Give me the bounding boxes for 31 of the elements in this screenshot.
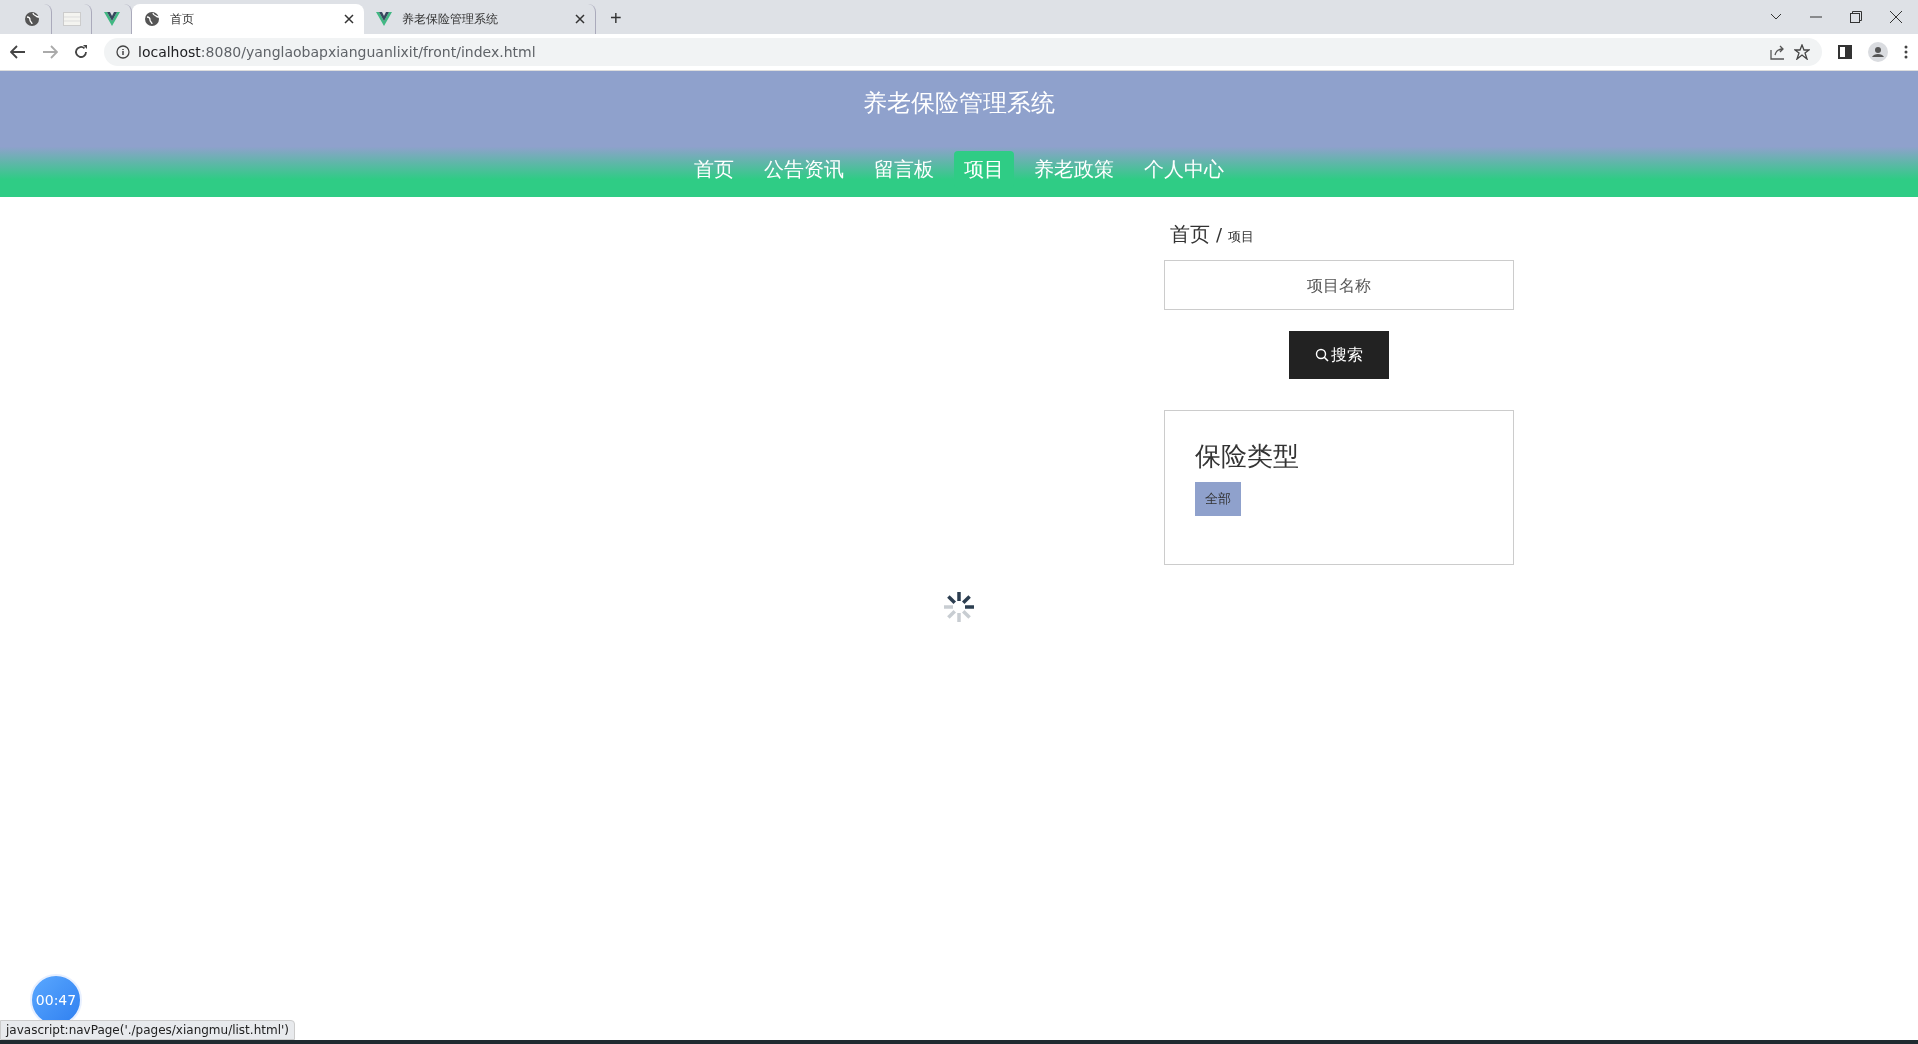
v-logo-icon [376, 12, 392, 26]
restore-icon[interactable] [1850, 11, 1862, 23]
search-icon [1315, 348, 1329, 362]
chevron-down-icon[interactable] [1770, 13, 1782, 21]
back-arrow-icon[interactable] [10, 45, 26, 59]
breadcrumb-current: 项目 [1228, 228, 1255, 246]
site-title: 养老保险管理系统 [863, 88, 1055, 119]
v-logo-icon [103, 12, 120, 26]
category-title: 保险类型 [1195, 440, 1300, 473]
browser-tab[interactable]: 首页 [132, 4, 364, 34]
globe-icon [144, 11, 160, 27]
category-tag[interactable]: 全部 [1195, 482, 1241, 516]
new-tab-button[interactable]: + [604, 7, 628, 30]
search-button[interactable]: 搜索 [1289, 331, 1389, 379]
address-bar[interactable]: localhost:8080/yanglaobapxianguanlixit/front/index.html [104, 38, 1822, 66]
close-icon[interactable] [575, 14, 585, 24]
globe-icon [23, 11, 40, 27]
breadcrumb-link[interactable]: 首页 [1170, 221, 1210, 248]
star-icon[interactable] [1794, 44, 1810, 60]
search-field[interactable]: 项目名称 [1164, 260, 1514, 310]
close-icon[interactable] [344, 14, 354, 24]
close-icon[interactable] [1890, 11, 1902, 23]
status-bar: javascript:navPage('./pages/xiangmu/list.html') [0, 1020, 295, 1040]
profile-icon[interactable] [1868, 42, 1888, 62]
share-icon[interactable] [1770, 44, 1786, 60]
side-panel-icon[interactable] [1838, 45, 1852, 59]
info-icon[interactable] [116, 45, 130, 59]
breadcrumb-separator: / [1216, 224, 1223, 245]
reload-icon[interactable] [74, 45, 88, 59]
more-icon[interactable] [1904, 45, 1908, 59]
sheet-icon [62, 12, 81, 26]
